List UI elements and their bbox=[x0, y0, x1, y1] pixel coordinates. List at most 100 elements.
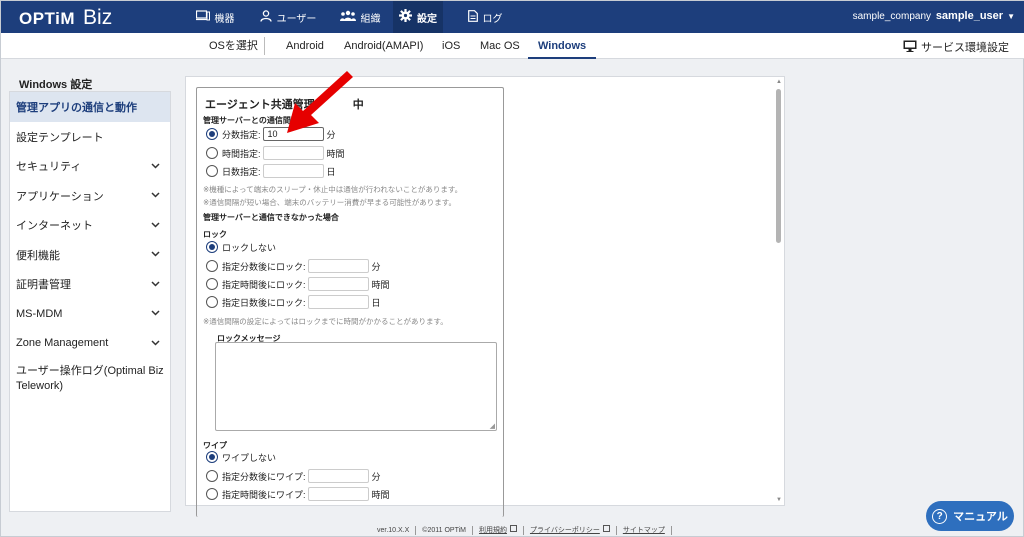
device-icon bbox=[195, 10, 210, 24]
sidebar-item-applications[interactable]: アプリケーション bbox=[10, 181, 170, 211]
lock-minutes-radio[interactable] bbox=[206, 260, 218, 272]
minutes-radio[interactable] bbox=[206, 128, 218, 140]
external-link-icon bbox=[602, 525, 610, 532]
sidebar-item-label: 管理アプリの通信と動作 bbox=[16, 102, 137, 114]
wipe-hours-radio[interactable] bbox=[206, 488, 218, 500]
tab-android-amapi[interactable]: Android(AMAPI) bbox=[344, 33, 423, 59]
hours-radio[interactable] bbox=[206, 147, 218, 159]
chevron-down-icon bbox=[151, 308, 160, 318]
footer-divider bbox=[670, 525, 672, 535]
sidebar-item-label: MS-MDM bbox=[16, 307, 63, 320]
tab-divider bbox=[264, 37, 265, 55]
copyright-text: ©2011 OPTiM bbox=[422, 526, 466, 534]
lock-days-input[interactable] bbox=[307, 295, 369, 309]
lock-hours-unit: 時間 bbox=[371, 279, 390, 290]
external-link-icon bbox=[509, 525, 517, 532]
lock-hours-input[interactable] bbox=[307, 277, 369, 291]
privacy-link[interactable]: プライバシーポリシー bbox=[530, 525, 610, 535]
top-navigation-bar: OPTiM Biz 機器 ユーザー 組織 設定 ログ sample_compan… bbox=[1, 1, 1024, 33]
sidebar-item-ms-mdm[interactable]: MS-MDM bbox=[10, 299, 170, 329]
chevron-down-icon bbox=[151, 161, 160, 171]
gear-icon bbox=[399, 9, 412, 25]
user-icon bbox=[259, 9, 272, 25]
manual-button[interactable]: ? マニュアル bbox=[926, 501, 1014, 531]
service-env-settings-link[interactable]: サービス環境設定 bbox=[903, 39, 1009, 55]
sidebar-item-user-operation-log[interactable]: ユーザー操作ログ(Optimal Biz Telework) bbox=[10, 358, 170, 394]
lock-message-textarea[interactable]: ◢ bbox=[215, 342, 497, 431]
days-radio[interactable] bbox=[206, 165, 218, 177]
days-input[interactable] bbox=[262, 164, 324, 178]
nav-settings-label: 設定 bbox=[417, 13, 437, 25]
nav-devices[interactable]: 機器 bbox=[191, 1, 239, 33]
minutes-label: 分数指定: bbox=[222, 129, 261, 140]
sitemap-link[interactable]: サイトマップ bbox=[623, 525, 665, 535]
question-icon: ? bbox=[932, 508, 948, 524]
days-option[interactable]: 日数指定: 日 bbox=[206, 163, 336, 179]
logo[interactable]: OPTiM Biz bbox=[19, 6, 113, 29]
tab-windows[interactable]: Windows bbox=[528, 33, 597, 59]
sidebar-item-security[interactable]: セキュリティ bbox=[10, 152, 170, 182]
sidebar-item-label: Zone Management bbox=[16, 337, 109, 350]
resize-grip-icon[interactable]: ◢ bbox=[490, 422, 495, 430]
chevron-down-icon bbox=[151, 190, 160, 200]
nav-org-label: 組織 bbox=[360, 13, 381, 25]
hours-unit: 時間 bbox=[326, 148, 345, 159]
footer: ver.10.X.X ©2011 OPTiM 利用規約 プライバシーポリシー サ… bbox=[377, 525, 678, 535]
nav-organization[interactable]: 組織 bbox=[335, 1, 385, 33]
agent-common-management-panel: エージェント共通管理中 管理サーバーとの通信間隔 分数指定: 10 分 時間指定… bbox=[196, 87, 504, 517]
wipe-minutes-radio[interactable] bbox=[206, 470, 218, 482]
lock-after-hours-option[interactable]: 指定時間後にロック: 時間 bbox=[206, 276, 390, 292]
nav-users[interactable]: ユーザー bbox=[256, 1, 320, 33]
wipe-minutes-unit: 分 bbox=[371, 471, 381, 482]
footer-divider bbox=[471, 525, 473, 535]
chevron-down-icon bbox=[151, 338, 160, 348]
no-lock-radio[interactable] bbox=[206, 241, 218, 253]
lock-days-unit: 日 bbox=[371, 297, 381, 308]
content-scrollbar[interactable]: ▲ ▼ bbox=[774, 79, 782, 503]
sidebar-item-internet[interactable]: インターネット bbox=[10, 211, 170, 241]
tab-ios[interactable]: iOS bbox=[442, 33, 460, 59]
scroll-thumb[interactable] bbox=[776, 89, 781, 243]
wipe-hours-input[interactable] bbox=[307, 487, 369, 501]
nav-logs[interactable]: ログ bbox=[465, 1, 505, 33]
nav-devices-label: 機器 bbox=[214, 13, 235, 25]
sidebar-item-agent-comm[interactable]: 管理アプリの通信と動作 bbox=[10, 92, 170, 122]
lock-minutes-label: 指定分数後にロック: bbox=[222, 261, 306, 272]
no-wipe-radio[interactable] bbox=[206, 451, 218, 463]
sidebar-item-label: インターネット bbox=[16, 220, 93, 233]
nav-settings[interactable]: 設定 bbox=[393, 1, 443, 33]
sidebar-item-zone-management[interactable]: Zone Management bbox=[10, 329, 170, 359]
sidebar-item-certificates[interactable]: 証明書管理 bbox=[10, 270, 170, 300]
no-lock-option[interactable]: ロックしない bbox=[206, 239, 276, 255]
hours-input[interactable] bbox=[262, 146, 324, 160]
scroll-down-arrow-icon[interactable]: ▼ bbox=[776, 497, 782, 503]
no-lock-label: ロックしない bbox=[222, 242, 277, 253]
wipe-after-hours-option[interactable]: 指定時間後にワイプ: 時間 bbox=[206, 486, 390, 502]
select-os-label: OSを選択 bbox=[209, 40, 258, 52]
lock-days-radio[interactable] bbox=[206, 296, 218, 308]
sidebar-item-label: セキュリティ bbox=[16, 161, 82, 174]
sidebar-item-utilities[interactable]: 便利機能 bbox=[10, 240, 170, 270]
sidebar-item-templates[interactable]: 設定テンプレート bbox=[10, 122, 170, 152]
hours-option[interactable]: 時間指定: 時間 bbox=[206, 145, 345, 161]
scroll-up-arrow-icon[interactable]: ▲ bbox=[776, 79, 782, 85]
logo-brand: OPTiM bbox=[19, 9, 76, 28]
footer-divider bbox=[415, 525, 417, 535]
tab-macos[interactable]: Mac OS bbox=[480, 33, 520, 59]
no-wipe-option[interactable]: ワイプしない bbox=[206, 449, 276, 465]
wipe-minutes-input[interactable] bbox=[307, 469, 369, 483]
tab-android[interactable]: Android bbox=[286, 33, 324, 59]
lock-after-days-option[interactable]: 指定日数後にロック: 日 bbox=[206, 294, 381, 310]
wipe-after-minutes-option[interactable]: 指定分数後にワイプ: 分 bbox=[206, 468, 381, 484]
manual-button-label: マニュアル bbox=[953, 511, 1008, 523]
note-lock: ※通信間隔の設定によってはロックまでに時間がかかることがあります。 bbox=[203, 317, 448, 326]
terms-link[interactable]: 利用規約 bbox=[479, 525, 517, 535]
note-battery: ※通信間隔が短い場合、端末のバッテリー消費が早まる可能性があります。 bbox=[203, 198, 457, 207]
app-window: OPTiM Biz 機器 ユーザー 組織 設定 ログ sample_compan… bbox=[0, 0, 1024, 537]
wipe-hours-label: 指定時間後にワイプ: bbox=[222, 489, 306, 500]
lock-hours-radio[interactable] bbox=[206, 278, 218, 290]
user-menu[interactable]: sample_user ▼ bbox=[936, 10, 1015, 22]
lock-after-minutes-option[interactable]: 指定分数後にロック: 分 bbox=[206, 258, 381, 274]
lock-minutes-input[interactable] bbox=[307, 259, 369, 273]
logo-product: Biz bbox=[83, 6, 113, 29]
